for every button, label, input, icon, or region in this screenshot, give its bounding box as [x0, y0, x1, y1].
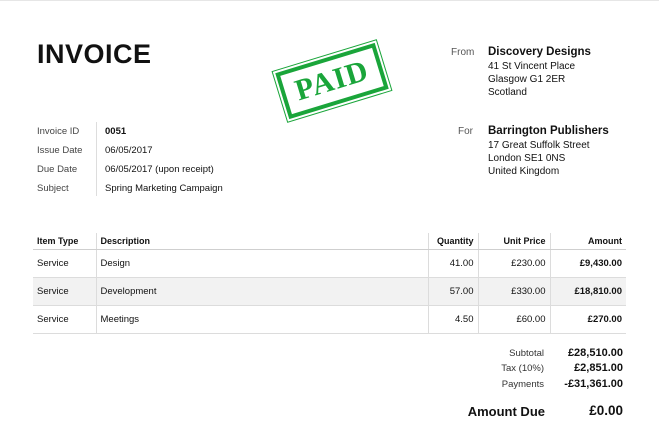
- for-name: Barrington Publishers: [488, 125, 609, 137]
- description-cell: Development: [95, 277, 428, 306]
- subject-value: Spring Marketing Campaign: [105, 183, 223, 194]
- amount-cell: £270.00: [549, 305, 626, 334]
- subject-label: Subject: [37, 183, 69, 194]
- quantity-cell: 57.00: [427, 277, 478, 306]
- for-address-line: United Kingdom: [488, 166, 560, 177]
- table-row: Service Meetings 4.50 £60.00 £270.00: [33, 305, 626, 334]
- col-header-item-type: Item Type: [33, 233, 96, 250]
- col-header-description: Description: [95, 233, 428, 250]
- invoice-page: INVOICE PAID From Discovery Designs 41 S…: [0, 0, 659, 439]
- description-cell: Meetings: [95, 305, 428, 334]
- payments-label: Payments: [501, 379, 544, 390]
- item-type-cell: Service: [33, 277, 96, 306]
- description-cell: Design: [95, 249, 428, 278]
- issue-date-value: 06/05/2017: [105, 145, 153, 156]
- for-label: For: [458, 126, 473, 137]
- from-address-line: Scotland: [488, 87, 527, 98]
- for-address-line: London SE1 0NS: [488, 153, 566, 164]
- invoice-id-value: 0051: [105, 126, 127, 137]
- payments-value: -£31,361.00: [564, 378, 623, 390]
- col-header-quantity: Quantity: [427, 233, 478, 250]
- meta-divider: [96, 122, 97, 196]
- from-address-line: 41 St Vincent Place: [488, 61, 576, 72]
- table-row: Service Design 41.00 £230.00 £9,430.00: [33, 249, 626, 278]
- invoice-title: INVOICE: [37, 39, 152, 69]
- col-header-amount: Amount: [549, 233, 626, 250]
- item-type-cell: Service: [33, 249, 96, 278]
- for-address-line: 17 Great Suffolk Street: [488, 140, 590, 151]
- subtotal-value: £28,510.00: [567, 347, 623, 359]
- unit-price-cell: £60.00: [477, 305, 550, 334]
- tax-value: £2,851.00: [574, 362, 623, 374]
- due-date-label: Due Date: [37, 164, 78, 175]
- unit-price-cell: £230.00: [477, 249, 550, 278]
- invoice-id-label: Invoice ID: [37, 126, 80, 137]
- due-date-value: 06/05/2017 (upon receipt): [105, 164, 214, 175]
- from-name: Discovery Designs: [488, 46, 591, 58]
- line-items-table: Item Type Description Quantity Unit Pric…: [33, 233, 626, 334]
- item-type-cell: Service: [33, 305, 96, 334]
- amount-cell: £9,430.00: [549, 249, 626, 278]
- tax-label: Tax (10%): [501, 363, 544, 374]
- col-header-unit-price: Unit Price: [477, 233, 550, 250]
- quantity-cell: 4.50: [427, 305, 478, 334]
- unit-price-cell: £330.00: [477, 277, 550, 306]
- from-label: From: [451, 47, 475, 58]
- subtotal-label: Subtotal: [509, 348, 544, 359]
- amount-cell: £18,810.00: [549, 277, 626, 306]
- amount-due-value: £0.00: [589, 403, 623, 418]
- issue-date-label: Issue Date: [37, 145, 83, 156]
- paid-stamp: PAID: [271, 38, 393, 124]
- quantity-cell: 41.00: [427, 249, 478, 278]
- from-address-line: Glasgow G1 2ER: [488, 74, 566, 85]
- amount-due-label: Amount Due: [467, 404, 545, 419]
- table-header-row: Item Type Description Quantity Unit Pric…: [33, 233, 626, 250]
- table-row: Service Development 57.00 £330.00 £18,81…: [33, 277, 626, 306]
